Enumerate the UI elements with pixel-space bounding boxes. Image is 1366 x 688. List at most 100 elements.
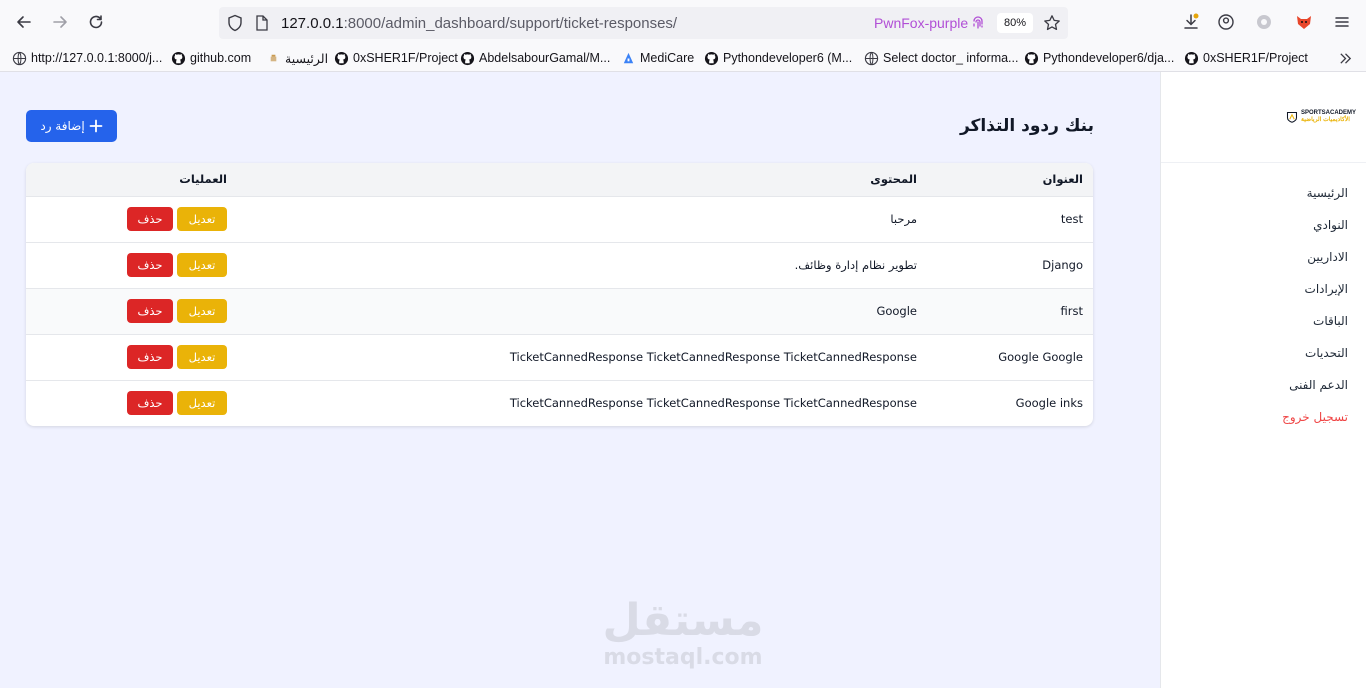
container-label: PwnFox-purple xyxy=(874,15,969,31)
page-title: بنك ردود التذاكر xyxy=(959,116,1094,136)
cell-content: مرحبا xyxy=(890,212,917,226)
add-response-label: إضافة رد xyxy=(40,119,85,133)
url-host: 127.0.0.1 xyxy=(281,15,344,32)
bookmark-10[interactable]: 0xSHER1F/Project xyxy=(1184,50,1308,66)
logo-text: SPORTSACADEMY الأكاديميات الرياضية xyxy=(1301,110,1356,124)
medicare-icon xyxy=(621,51,636,66)
cell-operations: تعديل حذف xyxy=(26,380,237,426)
cell-title: Google inks xyxy=(1015,396,1083,411)
bookmark-8[interactable]: Select doctor_ informa... xyxy=(864,50,1018,66)
sidebar-item-packages[interactable]: الباقات xyxy=(1282,314,1348,346)
header-title: العنوان xyxy=(1042,172,1083,187)
logo[interactable]: SPORTSACADEMY الأكاديميات الرياضية xyxy=(1286,108,1356,126)
github-icon xyxy=(704,51,719,66)
cell-content: TicketCannedResponse TicketCannedRespons… xyxy=(509,350,917,364)
github-icon xyxy=(1184,51,1199,66)
cell-content: تطوير نظام إدارة وظائف. xyxy=(794,258,917,272)
bookmark-9[interactable]: Pythondeveloper6/dja... xyxy=(1024,50,1174,66)
sidebar-item-revenue[interactable]: الإيرادات xyxy=(1282,282,1348,314)
table-row: Google inks TicketCannedResponse TicketC… xyxy=(26,380,1093,426)
bookmark-6[interactable]: MediCare xyxy=(621,50,694,66)
cell-content: Google xyxy=(876,304,917,318)
sidebar-item-home[interactable]: الرئيسية xyxy=(1282,186,1348,218)
downloads-button[interactable] xyxy=(1180,11,1202,33)
page-content: SPORTSACADEMY الأكاديميات الرياضية الرئي… xyxy=(0,72,1366,688)
cell-operations: تعديل حذف xyxy=(26,242,237,288)
shield-icon[interactable] xyxy=(227,14,243,35)
chevron-double-right-icon xyxy=(1338,51,1353,66)
sidebar-item-support[interactable]: الدعم الفنى xyxy=(1282,378,1348,410)
forward-arrow-icon xyxy=(53,16,67,28)
logo-line-1: SPORTSACADEMY xyxy=(1300,110,1356,116)
github-icon xyxy=(1024,51,1039,66)
bookmarks-overflow-button[interactable] xyxy=(1338,50,1353,66)
bookmark-1[interactable]: http://127.0.0.1:8000/j... xyxy=(12,50,162,66)
edit-button[interactable]: تعديل xyxy=(177,253,227,277)
plus-icon xyxy=(89,119,103,133)
extension-icon xyxy=(1257,15,1271,29)
table-row: first Google تعديل حذف xyxy=(26,288,1093,334)
url-text[interactable]: 127.0.0.1:8000/admin_dashboard/support/t… xyxy=(281,15,677,32)
fox-icon xyxy=(1297,16,1311,29)
browser-toolbar: 127.0.0.1:8000/admin_dashboard/support/t… xyxy=(0,0,1366,44)
table-header-row: العنوان المحتوى العمليات xyxy=(26,163,1093,196)
fingerprint-icon xyxy=(971,15,985,34)
zoom-level-badge[interactable]: 80% xyxy=(997,13,1033,33)
page-icon[interactable] xyxy=(255,15,269,34)
delete-button[interactable]: حذف xyxy=(127,345,173,369)
cell-title: Google Google xyxy=(998,350,1083,364)
github-icon xyxy=(460,51,475,66)
back-arrow-icon xyxy=(17,16,31,28)
pwnfox-button[interactable] xyxy=(1293,11,1315,33)
bookmark-5[interactable]: AbdelsabourGamal/M... xyxy=(460,50,610,66)
hamburger-menu-icon xyxy=(1335,17,1349,27)
back-button[interactable] xyxy=(12,10,36,34)
delete-button[interactable]: حذف xyxy=(127,207,173,231)
bookmark-7[interactable]: Pythondeveloper6 (M... xyxy=(704,50,852,66)
responses-table-card: العنوان المحتوى العمليات test مرحبا تعدي… xyxy=(26,163,1093,426)
account-button[interactable] xyxy=(1215,11,1237,33)
sidebar-item-logout[interactable]: تسجيل خروج xyxy=(1282,410,1348,442)
bookmark-2[interactable]: github.com xyxy=(171,50,251,66)
table-row: Django تطوير نظام إدارة وظائف. تعديل حذف xyxy=(26,242,1093,288)
globe-icon xyxy=(864,51,879,66)
bookmark-3[interactable]: الرئيسية xyxy=(266,50,328,66)
add-response-button[interactable]: إضافة رد xyxy=(26,110,117,142)
bookmark-4[interactable]: 0xSHER1F/Project xyxy=(334,50,458,66)
table-row: test مرحبا تعديل حذف xyxy=(26,196,1093,242)
reload-button[interactable] xyxy=(84,10,108,34)
watermark: مستقل mostaql.com xyxy=(600,597,766,671)
url-path: :8000/admin_dashboard/support/ticket-res… xyxy=(343,15,678,32)
table-row: Google Google TicketCannedResponse Ticke… xyxy=(26,334,1093,380)
url-bar[interactable]: 127.0.0.1:8000/admin_dashboard/support/t… xyxy=(219,7,1068,39)
logo-line-2: الأكاديميات الرياضية xyxy=(1300,117,1350,123)
download-icon xyxy=(1184,13,1199,29)
delete-button[interactable]: حذف xyxy=(127,391,173,416)
extension-button[interactable] xyxy=(1253,11,1275,33)
github-icon xyxy=(334,51,349,66)
responses-table: العنوان المحتوى العمليات test مرحبا تعدي… xyxy=(26,163,1093,426)
star-bookmark-icon[interactable] xyxy=(1043,14,1061,35)
sidebar-menu: الرئيسية النوادي الاداريين الإيرادات الب… xyxy=(1282,186,1348,442)
sidebar: SPORTSACADEMY الأكاديميات الرياضية الرئي… xyxy=(1160,72,1366,688)
edit-button[interactable]: تعديل xyxy=(177,391,227,416)
edit-button[interactable]: تعديل xyxy=(177,299,227,323)
forward-button[interactable] xyxy=(48,10,72,34)
cell-title: first xyxy=(1060,304,1083,318)
site-icon xyxy=(266,51,281,66)
cell-content: TicketCannedResponse TicketCannedRespons… xyxy=(509,396,917,411)
account-icon xyxy=(1218,14,1234,30)
menu-button[interactable] xyxy=(1331,11,1353,33)
sidebar-item-challenges[interactable]: التحديات xyxy=(1282,346,1348,378)
sidebar-item-clubs[interactable]: النوادي xyxy=(1282,218,1348,250)
cell-operations: تعديل حذف xyxy=(26,288,237,334)
sidebar-item-admins[interactable]: الاداريين xyxy=(1282,250,1348,282)
header-operations: العمليات xyxy=(179,172,227,187)
delete-button[interactable]: حذف xyxy=(127,299,173,323)
header-content: المحتوى xyxy=(870,172,917,187)
edit-button[interactable]: تعديل xyxy=(177,207,227,231)
delete-button[interactable]: حذف xyxy=(127,253,173,277)
edit-button[interactable]: تعديل xyxy=(177,345,227,369)
github-icon xyxy=(171,51,186,66)
logo-emblem-icon xyxy=(1286,111,1298,123)
